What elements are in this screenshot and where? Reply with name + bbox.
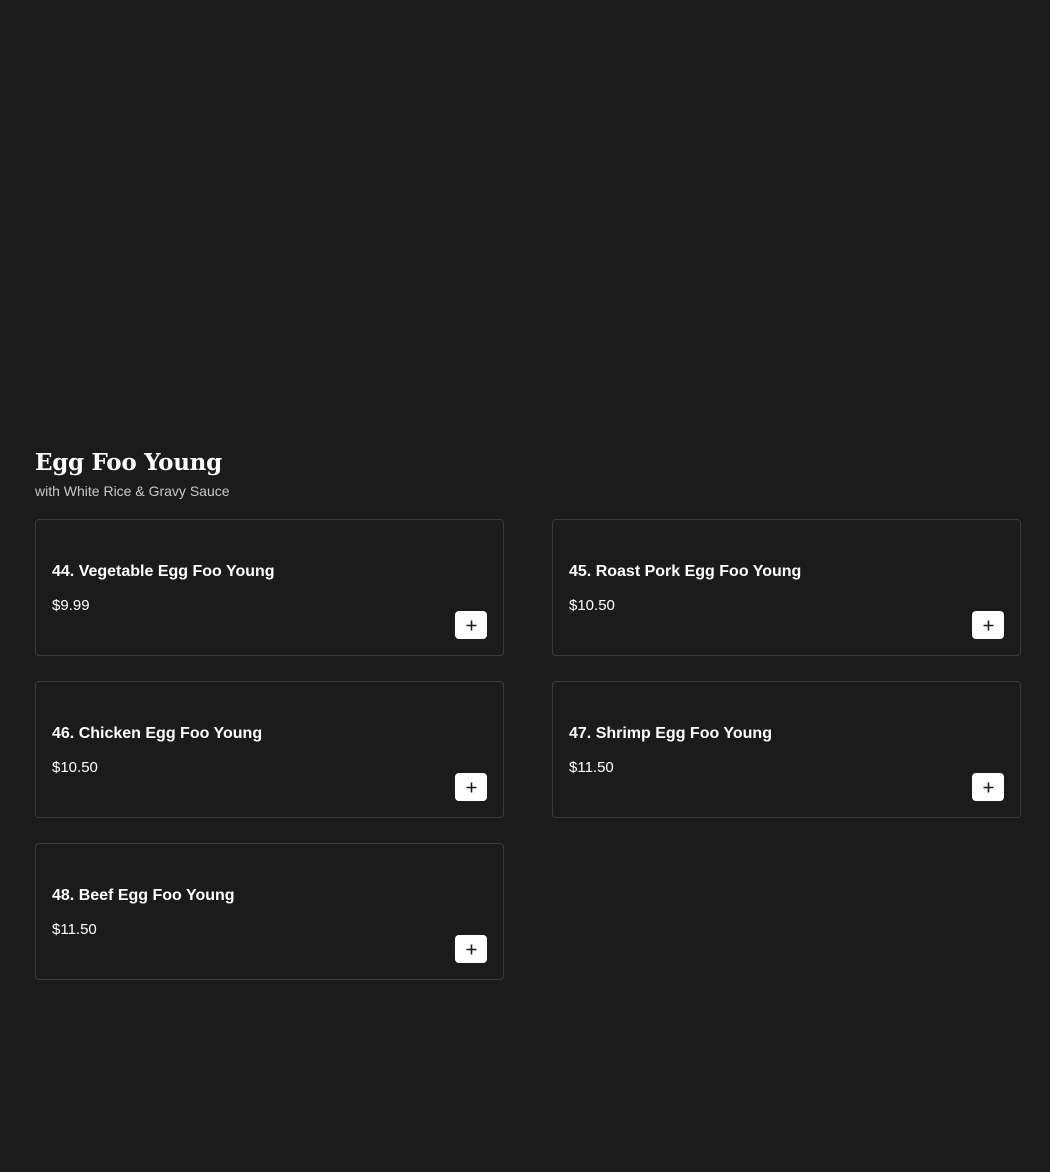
plus-icon (466, 620, 476, 630)
menu-item-card[interactable]: 48. Beef Egg Foo Young $11.50 (35, 843, 504, 980)
menu-item-name: 47. Shrimp Egg Foo Young (569, 725, 772, 742)
section-subtitle: with White Rice & Gravy Sauce (35, 483, 230, 499)
add-to-cart-button[interactable] (972, 611, 1004, 639)
menu-item-name: 44. Vegetable Egg Foo Young (52, 563, 275, 580)
section-title: Egg Foo Young (35, 449, 222, 476)
add-to-cart-button[interactable] (455, 773, 487, 801)
plus-icon (983, 782, 993, 792)
menu-item-card[interactable]: 44. Vegetable Egg Foo Young $9.99 (35, 519, 504, 656)
plus-icon (466, 782, 476, 792)
menu-item-name: 48. Beef Egg Foo Young (52, 887, 235, 904)
menu-item-price: $9.99 (52, 597, 90, 614)
menu-item-price: $10.50 (569, 597, 615, 614)
menu-item-card[interactable]: 46. Chicken Egg Foo Young $10.50 (35, 681, 504, 818)
add-to-cart-button[interactable] (972, 773, 1004, 801)
menu-item-price: $11.50 (569, 759, 614, 776)
plus-icon (466, 944, 476, 954)
menu-section-header: Egg Foo Young with White Rice & Gravy Sa… (35, 446, 1021, 501)
menu-item-name: 45. Roast Pork Egg Foo Young (569, 563, 802, 580)
menu-item-price: $10.50 (52, 759, 98, 776)
plus-icon (983, 620, 993, 630)
add-to-cart-button[interactable] (455, 935, 487, 963)
menu-item-grid: 44. Vegetable Egg Foo Young $9.99 45. Ro… (35, 519, 1021, 980)
menu-item-name: 46. Chicken Egg Foo Young (52, 725, 263, 742)
menu-item-price: $11.50 (52, 921, 97, 938)
menu-item-card[interactable]: 47. Shrimp Egg Foo Young $11.50 (552, 681, 1021, 818)
menu-item-card[interactable]: 45. Roast Pork Egg Foo Young $10.50 (552, 519, 1021, 656)
add-to-cart-button[interactable] (455, 611, 487, 639)
